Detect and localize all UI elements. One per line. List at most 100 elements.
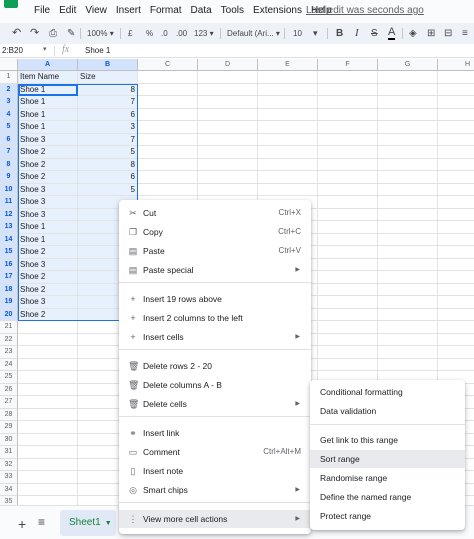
cell-f10[interactable]	[318, 183, 378, 196]
menu-format[interactable]: Format	[150, 5, 182, 16]
row-header[interactable]: 27	[0, 396, 18, 409]
submenu-item-protect-range[interactable]: Protect range	[310, 507, 465, 525]
cell-h5[interactable]	[438, 121, 474, 134]
select-all-corner[interactable]	[0, 59, 18, 71]
sheet-tab-caret-icon[interactable]: ▼	[105, 520, 112, 527]
cell-h16[interactable]	[438, 259, 474, 271]
cell-a26[interactable]	[18, 383, 78, 396]
cell-g20[interactable]	[378, 308, 438, 321]
cell-e10[interactable]	[258, 183, 318, 196]
cell-d9[interactable]	[198, 171, 258, 184]
menu-edit[interactable]: Edit	[59, 5, 76, 16]
cell-a12[interactable]: Shoe 3	[18, 208, 78, 221]
cell-c6[interactable]	[138, 133, 198, 146]
cell-a34[interactable]	[18, 483, 78, 496]
cell-g10[interactable]	[378, 183, 438, 196]
cell-g8[interactable]	[378, 158, 438, 171]
cell-h1[interactable]	[438, 71, 474, 84]
cell-h19[interactable]	[438, 296, 474, 309]
submenu-item-get-link[interactable]: Get link to this range	[310, 431, 465, 449]
cell-e4[interactable]	[258, 108, 318, 121]
cell-f23[interactable]	[318, 346, 378, 359]
cell-f17[interactable]	[318, 271, 378, 284]
cell-h9[interactable]	[438, 171, 474, 184]
print-icon[interactable]: ⎙	[49, 27, 57, 40]
last-edit-link[interactable]: Last edit was seconds ago	[306, 5, 424, 16]
cell-a19[interactable]: Shoe 3	[18, 296, 78, 309]
cell-g14[interactable]	[378, 233, 438, 246]
italic-button[interactable]: I	[355, 27, 359, 40]
row-header[interactable]: 29	[0, 421, 18, 434]
cell-f4[interactable]	[318, 108, 378, 121]
cell-g22[interactable]	[378, 333, 438, 346]
cell-a27[interactable]	[18, 396, 78, 409]
cell-h4[interactable]	[438, 109, 474, 121]
cell-a5[interactable]: Shoe 1	[18, 121, 78, 134]
sheets-logo-icon[interactable]	[4, 0, 18, 8]
row-header[interactable]: 31	[0, 446, 18, 459]
cell-f1[interactable]	[318, 71, 378, 84]
cell-c8[interactable]	[138, 158, 198, 171]
cell-f22[interactable]	[318, 333, 378, 346]
cell-h17[interactable]	[438, 271, 474, 284]
cell-f13[interactable]	[318, 221, 378, 234]
cell-f11[interactable]	[318, 196, 378, 209]
cell-g17[interactable]	[378, 271, 438, 284]
row-header[interactable]: 35	[0, 496, 18, 505]
cell-f9[interactable]	[318, 171, 378, 184]
cell-d2[interactable]	[198, 83, 258, 96]
cell-a32[interactable]	[18, 458, 78, 471]
cell-h3[interactable]	[438, 96, 474, 109]
cell-b1[interactable]: Size	[78, 71, 138, 84]
cell-h15[interactable]	[438, 246, 474, 259]
cell-e1[interactable]	[258, 71, 318, 84]
cell-c2[interactable]	[138, 83, 198, 96]
cell-f19[interactable]	[318, 296, 378, 309]
cell-g21[interactable]	[378, 321, 438, 334]
menu-tools[interactable]: Tools	[221, 5, 244, 16]
row-header[interactable]: 9	[0, 171, 18, 184]
cell-g12[interactable]	[378, 208, 438, 221]
row-header[interactable]: 5	[0, 121, 18, 134]
cell-a3[interactable]: Shoe 1	[18, 96, 78, 109]
menu-item-insert-rows[interactable]: + Insert 19 rows above	[119, 290, 311, 308]
column-header-f[interactable]: F	[318, 59, 378, 71]
cell-b5[interactable]: 3	[78, 121, 138, 134]
cell-g16[interactable]	[378, 258, 438, 271]
menu-file[interactable]: File	[34, 5, 50, 16]
cell-b8[interactable]: 8	[78, 158, 138, 171]
more-formats-select[interactable]: 123 ▾	[194, 27, 214, 40]
row-header[interactable]: 25	[0, 371, 18, 384]
cell-g13[interactable]	[378, 221, 438, 234]
cell-a14[interactable]: Shoe 1	[18, 233, 78, 246]
merge-cells-icon[interactable]: ⊟	[444, 27, 452, 40]
formula-input[interactable]: Shoe 1	[85, 46, 110, 55]
cell-c3[interactable]	[138, 96, 198, 109]
cell-e6[interactable]	[258, 133, 318, 146]
cell-g5[interactable]	[378, 121, 438, 134]
cell-h20[interactable]	[438, 309, 474, 321]
cell-g19[interactable]	[378, 296, 438, 309]
column-header-e[interactable]: E	[258, 59, 318, 71]
cell-h12[interactable]	[438, 209, 474, 221]
cell-h23[interactable]	[438, 346, 474, 359]
cell-a18[interactable]: Shoe 2	[18, 283, 78, 296]
cell-e5[interactable]	[258, 121, 318, 134]
menu-item-delete-cells[interactable]: 🗑 Delete cells ▶	[119, 395, 311, 413]
row-header[interactable]: 19	[0, 296, 18, 309]
cell-a24[interactable]	[18, 358, 78, 371]
cell-b2[interactable]: 8	[78, 83, 138, 96]
bold-button[interactable]: B	[336, 27, 343, 40]
cell-a10[interactable]: Shoe 3	[18, 183, 78, 196]
cell-d10[interactable]	[198, 183, 258, 196]
cell-g1[interactable]	[378, 71, 438, 84]
cell-h7[interactable]	[438, 146, 474, 159]
column-header-d[interactable]: D	[198, 59, 258, 71]
column-header-g[interactable]: G	[378, 59, 438, 71]
cell-c5[interactable]	[138, 121, 198, 134]
menu-data[interactable]: Data	[191, 5, 212, 16]
cell-f14[interactable]	[318, 233, 378, 246]
cell-g15[interactable]	[378, 246, 438, 259]
cell-a21[interactable]	[18, 321, 78, 334]
row-header[interactable]: 15	[0, 246, 18, 259]
